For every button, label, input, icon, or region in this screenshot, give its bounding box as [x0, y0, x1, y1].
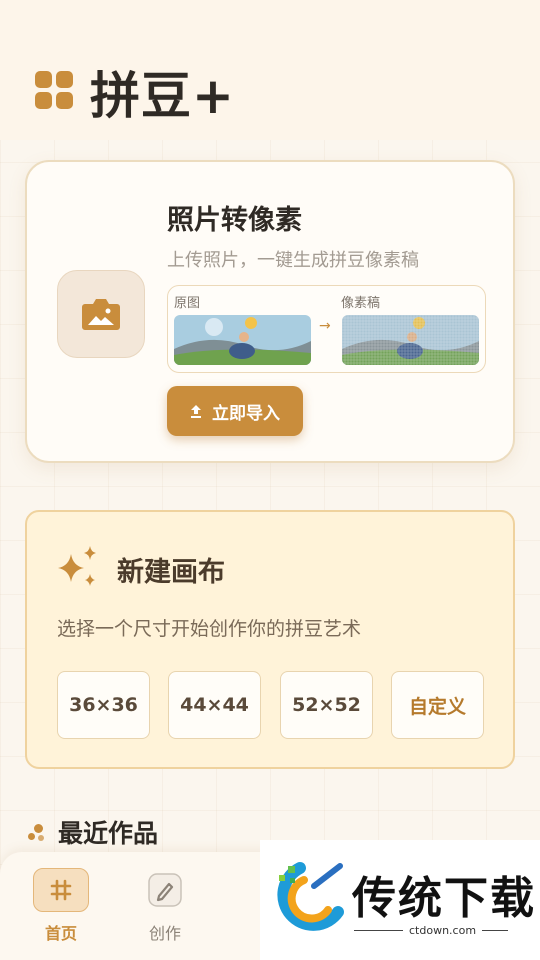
- nav-create[interactable]: 创作: [135, 868, 195, 944]
- photo-to-pixel-card[interactable]: 照片转像素 上传照片，一键生成拼豆像素稿 原图 像素稿 → 立即导入: [25, 160, 515, 463]
- original-label: 原图: [174, 296, 201, 311]
- import-button-label: 立即导入: [212, 403, 280, 424]
- pixel-label: 像素稿: [341, 296, 381, 311]
- size-52-button[interactable]: 52×52: [280, 671, 373, 739]
- new-canvas-card: 新建画布 选择一个尺寸开始创作你的拼豆艺术 36×36 44×44 52×52 …: [25, 510, 515, 769]
- watermark: 传统下载 ctdown.com: [260, 840, 540, 960]
- photo-card-subtitle: 上传照片，一键生成拼豆像素稿: [167, 250, 419, 271]
- watermark-url: ctdown.com: [403, 924, 483, 937]
- dots-icon: [28, 822, 48, 842]
- new-canvas-subtitle: 选择一个尺寸开始创作你的拼豆艺术: [57, 618, 362, 640]
- app-grid-icon: [35, 71, 73, 109]
- size-44-button[interactable]: 44×44: [168, 671, 261, 739]
- custom-size-button[interactable]: 自定义: [391, 671, 484, 739]
- upload-icon: [191, 405, 201, 418]
- import-now-button[interactable]: 立即导入: [167, 386, 303, 436]
- nav-home[interactable]: 首页: [31, 868, 91, 944]
- grid-hash-icon: [33, 868, 89, 912]
- sparkle-icon: [58, 546, 96, 586]
- app-title: 拼豆+: [90, 67, 235, 125]
- photo-icon: [82, 299, 120, 330]
- photo-icon-tile[interactable]: [57, 270, 145, 358]
- header-bar: 拼豆+: [0, 0, 540, 140]
- new-canvas-title: 新建画布: [117, 557, 225, 588]
- watermark-text: 传统下载: [352, 873, 536, 924]
- size-36-button[interactable]: 36×36: [57, 671, 150, 739]
- recent-works-title: 最近作品: [58, 819, 159, 848]
- watermark-logo: [277, 862, 344, 931]
- nav-create-label: 创作: [148, 924, 181, 943]
- recent-works-heading: 最近作品: [28, 815, 158, 849]
- photo-card-title: 照片转像素: [167, 205, 302, 236]
- original-image: [174, 315, 311, 365]
- arrow-right-icon: →: [319, 318, 331, 334]
- before-after-preview: 原图 像素稿 →: [167, 285, 486, 373]
- nav-home-label: 首页: [44, 924, 77, 943]
- pixel-image: [342, 315, 479, 365]
- pencil-icon: [137, 868, 193, 912]
